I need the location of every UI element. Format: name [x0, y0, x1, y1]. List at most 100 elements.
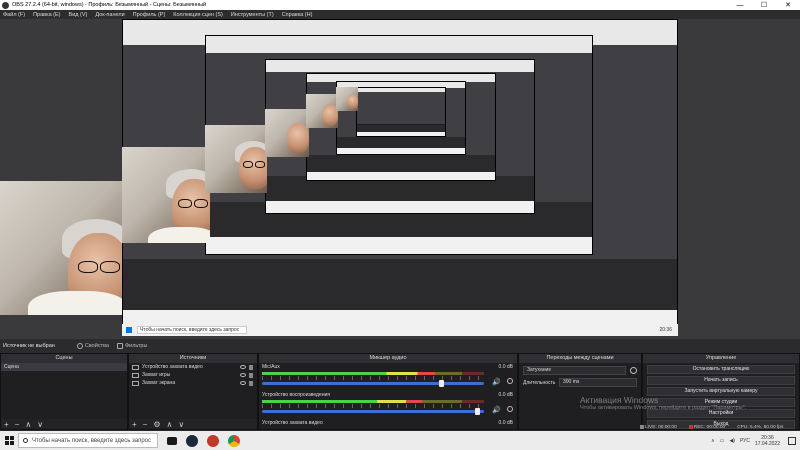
camera-icon: [132, 364, 139, 370]
source-item-label: Захват игры: [142, 372, 171, 378]
source-item[interactable]: Захват экрана: [129, 379, 257, 387]
volume-icon[interactable]: ◀): [729, 438, 735, 444]
start-virtual-camera-button[interactable]: Запустить виртуальную камеру: [647, 387, 795, 396]
source-item-label: Устройство захвата видео: [142, 364, 203, 370]
scenes-toolbar: + − ∧ ∨: [1, 419, 127, 429]
source-item[interactable]: Захват игры: [129, 371, 257, 379]
move-down-button[interactable]: ∨: [37, 420, 43, 429]
webcam-image: [205, 125, 267, 193]
close-button[interactable]: ✕: [776, 1, 800, 9]
tray-chevron-icon[interactable]: ∧: [711, 438, 715, 444]
meter-level: [262, 372, 436, 375]
preview-clock: 20:36: [659, 327, 672, 333]
stop-streaming-button[interactable]: Остановить трансляцию: [647, 365, 795, 374]
filters-button[interactable]: Фильтры: [116, 342, 147, 349]
add-scene-button[interactable]: +: [4, 420, 9, 429]
mixer-title: Микшер аудио: [259, 354, 517, 363]
speaker-icon[interactable]: 🔊: [492, 406, 501, 414]
source-item[interactable]: Устройство захвата видео: [129, 363, 257, 371]
language-indicator[interactable]: РУС: [740, 438, 750, 444]
meter-ticks: [262, 404, 484, 408]
network-icon[interactable]: ▭: [720, 438, 725, 444]
lock-icon[interactable]: [249, 380, 253, 386]
window-title: OBS 27.2.4 (64-bit, windows) - Профиль: …: [12, 2, 207, 8]
visibility-eye-icon[interactable]: [240, 381, 246, 385]
rec-time: REC: 00:00:00: [693, 425, 726, 431]
steam-icon[interactable]: [186, 434, 198, 447]
properties-label: Свойства: [84, 342, 109, 349]
channel-db: 0.0 dB: [498, 392, 513, 398]
duration-input[interactable]: 300 ms: [559, 378, 637, 387]
live-time: LIVE: 00:00:00: [645, 425, 677, 431]
taskbar-clock[interactable]: 20:36 17.04.2022: [755, 435, 780, 447]
transition-select[interactable]: Затухание: [523, 366, 626, 375]
search-icon: [23, 438, 28, 443]
lock-icon[interactable]: [249, 372, 253, 378]
volume-slider[interactable]: [262, 408, 484, 415]
menu-profile[interactable]: Профиль (P): [133, 12, 166, 18]
volume-slider-knob[interactable]: [439, 380, 445, 387]
volume-meter: [262, 372, 484, 375]
obs-taskbar-icon[interactable]: [207, 434, 219, 447]
windows-logo-icon: [4, 436, 14, 445]
sources-dock: Источники Устройство захвата видео Захва…: [128, 353, 258, 430]
channel-db: 0.0 dB: [498, 420, 513, 426]
source-toolbar: Источник не выбран Свойства Фильтры: [0, 339, 800, 352]
move-up-button[interactable]: ∧: [167, 420, 173, 429]
transitions-title: Переходы между сценами: [519, 354, 641, 363]
channel-name: Mic/Aux: [262, 364, 280, 370]
live-icon: [640, 424, 644, 429]
start-button[interactable]: [0, 436, 18, 445]
source-settings-button[interactable]: ⚙: [153, 420, 160, 429]
maximize-button[interactable]: ☐: [752, 1, 776, 9]
gear-icon[interactable]: [507, 406, 513, 412]
gear-icon[interactable]: [507, 378, 513, 384]
volume-slider[interactable]: [262, 380, 484, 387]
chrome-icon[interactable]: [228, 434, 240, 447]
move-down-button[interactable]: ∨: [178, 420, 184, 429]
menu-scene-collection[interactable]: Коллекция сцен (S): [173, 12, 223, 18]
menu-docks[interactable]: Док-панели: [95, 12, 124, 18]
gamepad-icon: [132, 372, 139, 378]
taskbar-search[interactable]: Чтобы начать поиск, введите здесь запрос: [18, 433, 158, 448]
webcam-image: [265, 109, 309, 157]
channel-db: 0.0 dB: [498, 364, 513, 370]
start-recording-button[interactable]: Начать запись: [647, 376, 795, 385]
visibility-eye-icon[interactable]: [240, 365, 246, 369]
source-item-label: Захват экрана: [142, 380, 176, 386]
menu-edit[interactable]: Правка (E): [33, 12, 60, 18]
gear-icon[interactable]: [630, 367, 637, 374]
meter-level: [262, 400, 422, 403]
sources-toolbar: + − ⚙ ∧ ∨: [129, 419, 257, 429]
search-placeholder: Чтобы начать поиск, введите здесь запрос: [32, 437, 152, 444]
controls-title: Управление: [643, 354, 799, 363]
minimize-button[interactable]: —: [728, 2, 752, 9]
menu-tools[interactable]: Инструменты (T): [231, 12, 274, 18]
menu-file[interactable]: Файл (F): [3, 12, 25, 18]
speaker-icon[interactable]: 🔊: [492, 378, 501, 386]
visibility-eye-icon[interactable]: [240, 373, 246, 377]
preview-search-box: Чтобы начать поиск, введите здесь запрос: [137, 326, 247, 334]
preview-canvas[interactable]: [0, 19, 800, 339]
monitor-icon: [132, 380, 139, 386]
volume-slider-knob[interactable]: [474, 408, 480, 415]
scene-item[interactable]: Сцена: [1, 363, 127, 371]
notification-icon[interactable]: [788, 436, 796, 445]
scenes-title: Сцены: [1, 354, 127, 363]
properties-button[interactable]: Свойства: [76, 342, 109, 349]
lock-icon[interactable]: [249, 364, 253, 370]
activation-watermark-title: Активация Windows: [580, 395, 659, 405]
volume-meter: [262, 400, 484, 403]
scene-item-label: Сцена: [4, 364, 19, 370]
remove-scene-button[interactable]: −: [15, 420, 20, 429]
task-view-icon[interactable]: [167, 436, 177, 445]
channel-name: Устройство воспроизведения: [262, 392, 331, 398]
menu-help[interactable]: Справка (H): [282, 12, 313, 18]
windows-taskbar: Чтобы начать поиск, введите здесь запрос…: [0, 431, 800, 450]
remove-source-button[interactable]: −: [143, 420, 148, 429]
menu-bar: Файл (F) Правка (E) Вид (V) Док-панели П…: [0, 10, 800, 19]
add-source-button[interactable]: +: [132, 420, 137, 429]
menu-view[interactable]: Вид (V): [69, 12, 88, 18]
scenes-dock: Сцены Сцена + − ∧ ∨: [0, 353, 128, 430]
move-up-button[interactable]: ∧: [25, 420, 31, 429]
